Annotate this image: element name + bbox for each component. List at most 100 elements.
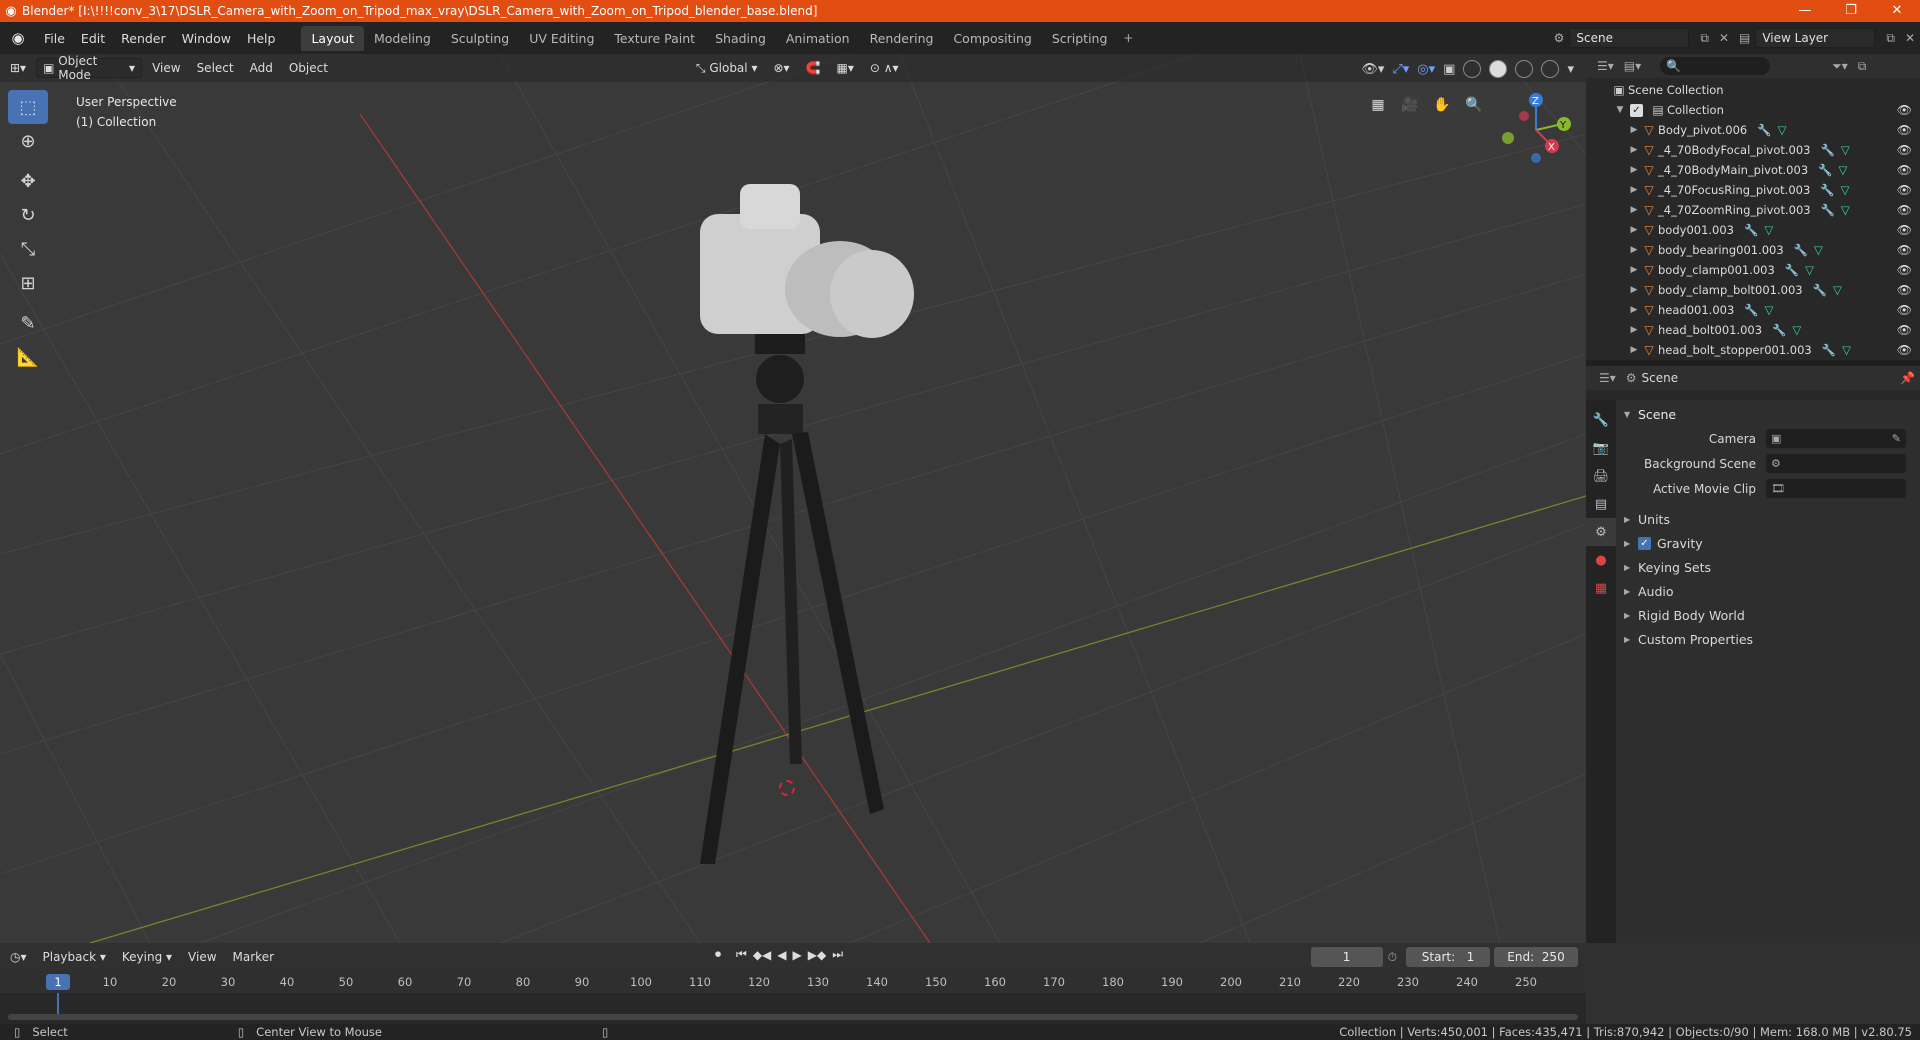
view-layer-selector[interactable]: View Layer bbox=[1755, 28, 1876, 48]
texture-tab-icon[interactable]: ▦ bbox=[1586, 574, 1616, 602]
toggle-ortho-icon[interactable]: ▦ bbox=[1363, 90, 1393, 120]
snap-target-icon[interactable]: ▦▾ bbox=[831, 58, 860, 78]
tab-rendering[interactable]: Rendering bbox=[860, 26, 944, 51]
snap-icon[interactable]: 🧲 bbox=[800, 58, 827, 78]
render-tab-icon[interactable]: 📷 bbox=[1586, 434, 1616, 462]
maximize-button[interactable]: ❐ bbox=[1828, 0, 1874, 22]
mesh-data-icon[interactable]: ▽ bbox=[1792, 323, 1801, 337]
keying-sets-section[interactable]: ▶ Keying Sets bbox=[1616, 555, 1920, 579]
scene-tab-icon[interactable]: ⚙ bbox=[1586, 518, 1616, 546]
properties-editor-icon[interactable]: ☰▾ bbox=[1599, 371, 1616, 385]
menu-timeline-view[interactable]: View bbox=[182, 947, 222, 967]
prev-keyframe-icon[interactable]: ◆◀ bbox=[753, 948, 771, 962]
modifier-icon[interactable]: 🔧 bbox=[1822, 343, 1836, 357]
delete-scene-icon[interactable]: ✕ bbox=[1719, 31, 1729, 45]
menu-add[interactable]: Add bbox=[244, 58, 279, 78]
expand-arrow-icon[interactable]: ▶ bbox=[1628, 185, 1640, 195]
mesh-data-icon[interactable]: ▽ bbox=[1841, 183, 1850, 197]
background-scene-selector[interactable]: ⚙ bbox=[1766, 454, 1906, 473]
audio-section[interactable]: ▶ Audio bbox=[1616, 579, 1920, 603]
current-frame-field[interactable]: 1 bbox=[1310, 947, 1383, 967]
tab-scripting[interactable]: Scripting bbox=[1042, 26, 1118, 51]
tab-modeling[interactable]: Modeling bbox=[364, 26, 441, 51]
proportional-edit-icon[interactable]: ⊙ ∧▾ bbox=[864, 58, 905, 78]
expand-arrow-icon[interactable]: ▶ bbox=[1628, 205, 1640, 215]
collection-checkbox[interactable]: ✓ bbox=[1630, 103, 1643, 117]
solid-shading-icon[interactable] bbox=[1489, 60, 1508, 78]
outliner-item[interactable]: ▶ ▽ _4_70ZoomRing_pivot.003 🔧 ▽ 👁 bbox=[1586, 200, 1920, 220]
scene-collection-row[interactable]: ▣ Scene Collection bbox=[1586, 80, 1920, 100]
record-icon[interactable]: ⏺ bbox=[715, 947, 721, 962]
orientation-selector[interactable]: ⤡ Global ▾ bbox=[690, 58, 764, 78]
jump-end-icon[interactable]: ⏭ bbox=[832, 947, 843, 962]
expand-arrow-icon[interactable]: ▶ bbox=[1628, 265, 1640, 275]
rendered-shading-icon[interactable] bbox=[1541, 60, 1560, 78]
eye-icon[interactable]: 👁 bbox=[1897, 243, 1912, 257]
scale-icon[interactable]: ⤡ bbox=[8, 232, 48, 266]
menu-keying[interactable]: Keying ▾ bbox=[116, 947, 178, 967]
collapse-arrow-icon[interactable]: ▼ bbox=[1614, 105, 1626, 115]
mesh-data-icon[interactable]: ▽ bbox=[1765, 303, 1774, 317]
tool-tab-icon[interactable]: 🔧 bbox=[1586, 406, 1616, 434]
modifier-icon[interactable]: 🔧 bbox=[1757, 123, 1771, 137]
view-layer-icon[interactable]: ▤ bbox=[1739, 31, 1750, 45]
tab-shading[interactable]: Shading bbox=[705, 26, 776, 51]
rigid-body-world-section[interactable]: ▶ Rigid Body World bbox=[1616, 603, 1920, 627]
mesh-data-icon[interactable]: ▽ bbox=[1778, 123, 1787, 137]
scene-selector[interactable]: Scene bbox=[1569, 28, 1690, 48]
menu-help[interactable]: Help bbox=[239, 31, 284, 46]
zoom-icon[interactable]: 🔍 bbox=[1459, 90, 1489, 120]
camera-view-icon[interactable]: 🎥 bbox=[1395, 90, 1425, 120]
close-button[interactable]: ✕ bbox=[1874, 0, 1920, 22]
expand-arrow-icon[interactable]: ▶ bbox=[1628, 145, 1640, 155]
outliner-item[interactable]: ▶ ▽ _4_70FocusRing_pivot.003 🔧 ▽ 👁 bbox=[1586, 180, 1920, 200]
cursor-icon[interactable]: ⊕ bbox=[8, 124, 48, 158]
eye-icon[interactable]: 👁 bbox=[1897, 283, 1912, 297]
tab-animation[interactable]: Animation bbox=[776, 26, 860, 51]
modifier-icon[interactable]: 🔧 bbox=[1813, 283, 1827, 297]
eye-icon[interactable]: 👁 bbox=[1897, 103, 1912, 117]
frame-ruler[interactable]: 1 10 20 30 40 50 60 70 80 90 100 110 120 130 140 150 16… bbox=[0, 971, 1586, 993]
eye-icon[interactable]: 👁 bbox=[1897, 263, 1912, 277]
play-icon[interactable]: ▶ bbox=[793, 948, 802, 962]
minimize-button[interactable]: — bbox=[1782, 0, 1828, 22]
expand-arrow-icon[interactable]: ▶ bbox=[1628, 285, 1640, 295]
pivot-icon[interactable]: ⊗▾ bbox=[767, 58, 795, 78]
outliner-item[interactable]: ▶ ▽ body_clamp_bolt001.003 🔧 ▽ 👁 bbox=[1586, 280, 1920, 300]
menu-marker[interactable]: Marker bbox=[227, 947, 280, 967]
mesh-data-icon[interactable]: ▽ bbox=[1805, 263, 1814, 277]
gravity-checkbox[interactable]: ✓ bbox=[1638, 536, 1651, 550]
eye-icon[interactable]: 👁 bbox=[1897, 163, 1912, 177]
eye-icon[interactable]: 👁 bbox=[1897, 123, 1912, 137]
outliner-item[interactable]: ▶ ▽ body001.003 🔧 ▽ 👁 bbox=[1586, 220, 1920, 240]
camera-selector[interactable]: ▣ ✎ bbox=[1766, 429, 1906, 448]
units-section[interactable]: ▶ Units bbox=[1616, 507, 1920, 531]
movie-clip-selector[interactable]: 🎞 bbox=[1766, 479, 1906, 498]
editor-type-icon[interactable]: ⊞▾ bbox=[4, 58, 32, 78]
menu-view[interactable]: View bbox=[146, 58, 186, 78]
next-keyframe-icon[interactable]: ▶◆ bbox=[808, 948, 826, 962]
outliner-item[interactable]: ▶ ▽ body_bearing001.003 🔧 ▽ 👁 bbox=[1586, 240, 1920, 260]
custom-properties-section[interactable]: ▶ Custom Properties bbox=[1616, 627, 1920, 651]
end-frame-field[interactable]: End: 250 bbox=[1494, 947, 1578, 967]
modifier-icon[interactable]: 🔧 bbox=[1821, 203, 1835, 217]
3d-cursor-icon[interactable] bbox=[779, 780, 795, 796]
pan-hand-icon[interactable]: ✋ bbox=[1427, 90, 1457, 120]
eye-icon[interactable]: 👁 bbox=[1897, 183, 1912, 197]
timeline-scrollbar[interactable] bbox=[8, 1014, 1578, 1020]
outliner-item[interactable]: ▶ ▽ body_clamp001.003 🔧 ▽ 👁 bbox=[1586, 260, 1920, 280]
mesh-data-icon[interactable]: ▽ bbox=[1838, 163, 1847, 177]
tab-texture-paint[interactable]: Texture Paint bbox=[604, 26, 705, 51]
move-icon[interactable]: ✥ bbox=[8, 164, 48, 198]
eye-icon[interactable]: 👁 bbox=[1897, 343, 1912, 357]
tab-layout[interactable]: Layout bbox=[301, 25, 364, 51]
display-mode-icon[interactable]: ▤▾ bbox=[1624, 59, 1641, 73]
mesh-data-icon[interactable]: ▽ bbox=[1814, 243, 1823, 257]
modifier-icon[interactable]: 🔧 bbox=[1744, 303, 1758, 317]
delete-view-layer-icon[interactable]: ✕ bbox=[1905, 31, 1915, 45]
pin-icon[interactable]: 📌 bbox=[1900, 371, 1915, 385]
expand-arrow-icon[interactable]: ▶ bbox=[1628, 325, 1640, 335]
expand-arrow-icon[interactable]: ▶ bbox=[1628, 345, 1640, 355]
material-shading-icon[interactable] bbox=[1515, 60, 1534, 78]
scene-panel-header[interactable]: ▼ Scene bbox=[1616, 402, 1920, 426]
